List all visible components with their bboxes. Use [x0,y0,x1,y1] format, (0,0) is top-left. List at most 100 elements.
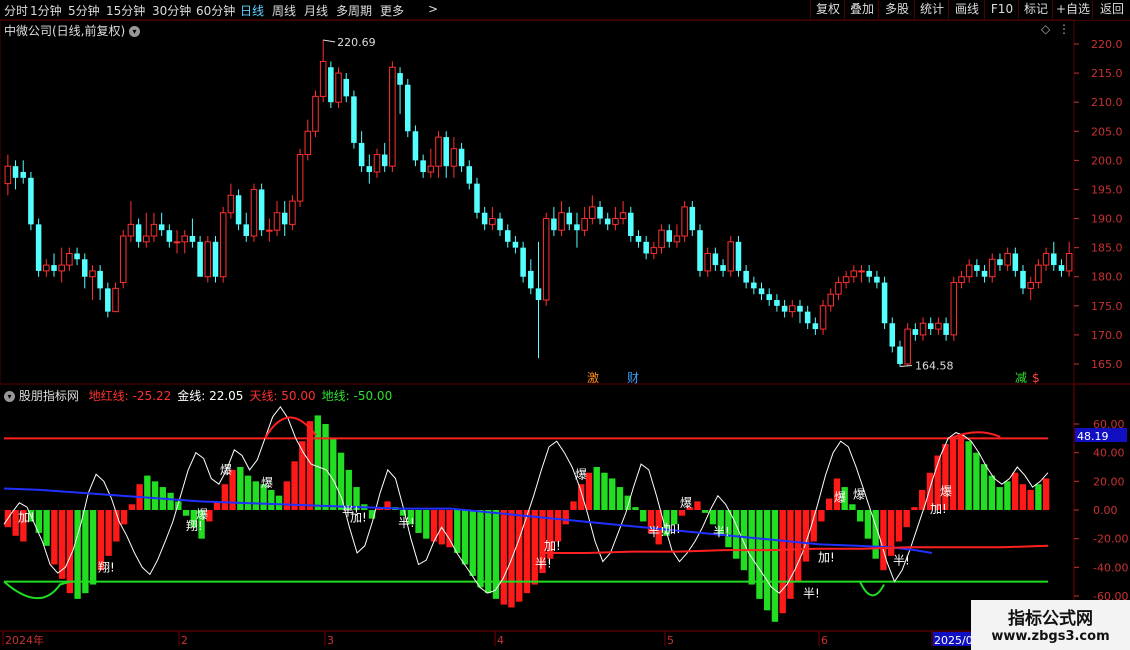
candle-body [781,305,788,312]
indicator-bar [415,510,422,533]
candle-body [574,224,580,231]
candle-body [212,241,219,277]
price-axis-label: 205.0 [1091,125,1123,138]
indicator-bar [640,510,647,522]
candle-body [189,236,196,242]
price-axis-label: 170.0 [1091,329,1123,342]
candle-body [197,241,203,277]
candle-body [581,218,588,231]
candle-body [804,311,811,324]
candle-body [1058,265,1065,271]
indicator-bar [1004,481,1011,510]
candle-body [312,95,319,132]
indicator-bar [957,435,965,510]
ind-axis-label: 40.00 [1093,447,1125,460]
signal-label: 加! [930,502,947,516]
indicator-bar [632,507,639,510]
price-axis-label: 200.0 [1091,154,1123,167]
candle-body [105,288,111,312]
signal-label: 半! [713,525,730,539]
ground-wave [859,581,885,597]
candle-body [743,270,749,283]
ind-axis-label: 0.00 [1093,504,1118,517]
candle-body [619,212,627,220]
candle-body [12,166,19,178]
candle-body [112,287,119,313]
indicator-bar [942,444,949,510]
indicator-bar [283,481,290,510]
indicator-bar [771,510,779,622]
signal-label: 翔! [98,561,115,575]
candle-body [466,166,473,184]
candle-body [643,241,649,254]
indicator-bar [516,510,523,602]
candle-body [51,265,57,271]
indicator-bar [694,501,701,510]
low-pointer [899,364,913,367]
candle-body [135,224,142,242]
indicator-bar [709,510,717,525]
indicator-bar [268,489,275,510]
candle-body [866,270,872,277]
indicator-bar [531,510,538,585]
candle-body [435,136,442,167]
price-axis-label: 180.0 [1091,271,1123,284]
indicator-bar [51,510,58,565]
indicator-bar [678,510,686,516]
candle-body [481,212,488,225]
time-axis-label: 2 [181,634,188,647]
candle-body [143,235,150,243]
indicator-bar [578,484,585,510]
signal-label: 爆 [575,467,587,481]
candle-body [819,305,827,330]
indicator-bar [1042,478,1050,510]
candle-body [173,241,181,244]
candle-body [604,218,611,225]
candle-body [520,247,526,277]
ind-axis-label: -20.00 [1093,533,1128,546]
candle-body [974,265,980,271]
candle-body [881,282,888,324]
high-annotation: 220.69 [337,36,376,49]
candle-body [43,264,50,272]
indicator-bar [330,438,337,510]
kline-chart[interactable]: 220.0 215.0 210.0 205.0 200.0 195.0 190.0 185.0… [0,0,1130,650]
indicator-bar [469,510,476,576]
watermark-line1: 指标公式网 [1008,609,1093,629]
ground-wave [3,580,71,600]
candle-body [166,230,173,242]
indicator-bar [616,487,624,510]
candle-body [58,264,65,272]
indicator-bar [461,510,469,565]
candle-body [858,270,865,273]
signal-label: 爆 [853,488,865,502]
indicator-bar [1011,472,1019,510]
signal-label: 加! [544,539,561,553]
candle-body [227,194,235,214]
candle-body [650,247,658,254]
indicator-bar [702,510,709,513]
signal-label: 爆 [834,490,846,504]
candle-body [328,67,334,103]
signal-label: 半! [803,586,820,600]
candle-body [1012,253,1019,271]
candle-body [689,206,696,231]
signal-label: 爆 [196,508,208,522]
candle-body [673,235,681,243]
indicator-bar [562,510,569,525]
signal-label: 半! [648,525,665,539]
indicator-bar [485,510,492,594]
candle-body [289,200,296,225]
candle-body [296,154,304,202]
candle-body [1004,252,1011,266]
candle-body [335,72,342,103]
candle-body [835,282,842,295]
candle-body [566,212,573,225]
indicator-bar [880,510,887,571]
candle-body [4,165,12,185]
candle-body [258,189,265,231]
candle-body [343,78,350,97]
candle-body [727,241,735,272]
indicator-bar [609,478,616,510]
indicator-bar [151,481,159,510]
